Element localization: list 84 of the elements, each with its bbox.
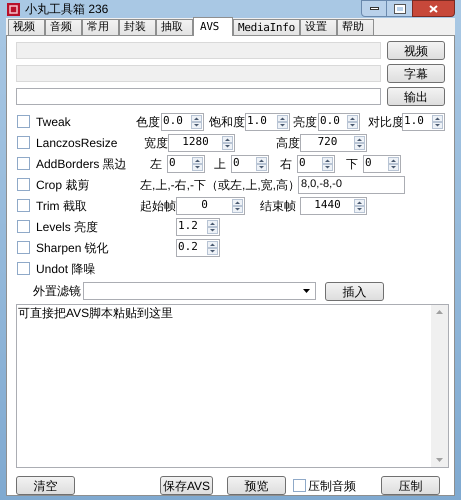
minimize-button[interactable] <box>361 0 387 17</box>
number-field[interactable]: 0 <box>176 196 245 214</box>
tab[interactable]: 视频 <box>8 19 45 35</box>
checkbox[interactable] <box>17 262 30 275</box>
checkbox[interactable] <box>17 157 30 170</box>
spinner-icon[interactable] <box>322 156 333 170</box>
checkbox-label: 压制音频 <box>308 478 356 494</box>
spinner-icon[interactable] <box>388 156 399 170</box>
preview-button[interactable]: 预览 <box>227 476 286 495</box>
number-field[interactable]: 1280 <box>168 134 235 152</box>
spinner-icon[interactable] <box>232 198 243 212</box>
tab[interactable]: 帮助 <box>336 19 374 35</box>
caret-icon <box>303 289 310 293</box>
number-field[interactable]: 1440 <box>300 196 367 214</box>
number-field[interactable]: 0.2 <box>176 238 220 256</box>
parameter-label: 左,上,-右,-下（或左,上,宽,高） <box>140 176 298 194</box>
spinner-icon[interactable] <box>347 114 358 128</box>
number-field[interactable]: 0 <box>297 154 335 172</box>
number-field[interactable]: 1.2 <box>176 218 220 236</box>
checkbox[interactable] <box>17 199 30 212</box>
filter-label: Undot 降噪 <box>36 260 96 278</box>
spinner-icon[interactable] <box>192 156 203 170</box>
parameter-label: 高度 <box>275 134 300 152</box>
number-field[interactable]: 0 <box>231 154 269 172</box>
parameter-label: 上 <box>213 156 227 172</box>
encode-button[interactable]: 压制 <box>381 476 440 495</box>
tab[interactable]: 设置 <box>300 19 337 35</box>
number-field[interactable]: 720 <box>300 134 367 152</box>
save-button[interactable]: 保存AVS <box>160 476 213 495</box>
parameter-label: 饱和度 <box>209 114 245 130</box>
parameter-label: 起始帧 <box>140 198 176 214</box>
tab[interactable]: 封装 <box>119 19 156 35</box>
text-field[interactable]: 8,0,-8,-0 <box>298 176 405 194</box>
external-filter-label: 外置滤镜 <box>33 283 82 300</box>
checkbox[interactable] <box>17 241 30 254</box>
checkbox[interactable] <box>17 220 30 233</box>
maximize-button[interactable] <box>387 0 412 17</box>
spinner-icon[interactable] <box>191 114 202 128</box>
number-field[interactable]: 1.0 <box>402 112 445 130</box>
browse-button[interactable]: 输出 <box>386 87 445 106</box>
tab[interactable]: AVS <box>193 17 233 36</box>
tab[interactable]: MediaInfo <box>233 19 300 35</box>
tab[interactable]: 音频 <box>45 19 82 35</box>
parameter-label: 亮度 <box>293 114 318 130</box>
filter-label: Trim 截取 <box>36 198 87 214</box>
filter-label: AddBorders 黑边 <box>36 156 127 172</box>
close-button[interactable] <box>412 0 455 17</box>
spinner-icon[interactable] <box>207 220 218 234</box>
spinner-icon[interactable] <box>222 136 233 150</box>
checkbox[interactable] <box>17 178 30 191</box>
checkbox[interactable] <box>293 479 306 492</box>
tab[interactable]: 常用 <box>82 19 119 35</box>
spinner-icon[interactable] <box>277 114 288 128</box>
spinner-icon[interactable] <box>432 114 443 128</box>
close-icon <box>429 4 438 12</box>
filter-label: LanczosResize <box>36 134 118 152</box>
parameter-label: 结束帧 <box>259 198 297 214</box>
parameter-label: 左 <box>149 156 163 172</box>
checkbox[interactable] <box>17 136 30 149</box>
spinner-icon[interactable] <box>207 240 218 254</box>
path-field[interactable] <box>16 88 381 105</box>
parameter-label: 色度 <box>136 114 161 130</box>
checkbox[interactable] <box>17 115 30 128</box>
number-field[interactable]: 0.0 <box>161 112 204 130</box>
spinner-icon[interactable] <box>256 156 267 170</box>
spinner-icon[interactable] <box>354 198 365 212</box>
number-field[interactable]: 0 <box>363 154 401 172</box>
insert-button[interactable]: 插入 <box>325 282 384 300</box>
number-field[interactable]: 0.0 <box>318 112 360 130</box>
filter-label: Levels 亮度 <box>36 218 98 236</box>
script-text-area[interactable]: 可直接把AVS脚本粘贴到这里 <box>16 304 449 468</box>
filter-label: Sharpen 锐化 <box>36 240 109 256</box>
parameter-label: 右 <box>279 156 293 172</box>
number-field[interactable]: 1.0 <box>245 112 290 130</box>
window-title: 小丸工具箱 236 <box>25 1 108 18</box>
parameter-label: 宽度 <box>143 134 168 152</box>
clear-button[interactable]: 清空 <box>16 476 75 495</box>
parameter-label: 下 <box>345 156 359 172</box>
app-icon <box>7 2 20 16</box>
filter-label: Tweak <box>36 114 71 130</box>
number-field[interactable]: 0 <box>167 154 205 172</box>
tab[interactable]: 抽取 <box>156 19 193 35</box>
filter-label: Crop 裁剪 <box>36 176 90 194</box>
spinner-icon[interactable] <box>354 136 365 150</box>
